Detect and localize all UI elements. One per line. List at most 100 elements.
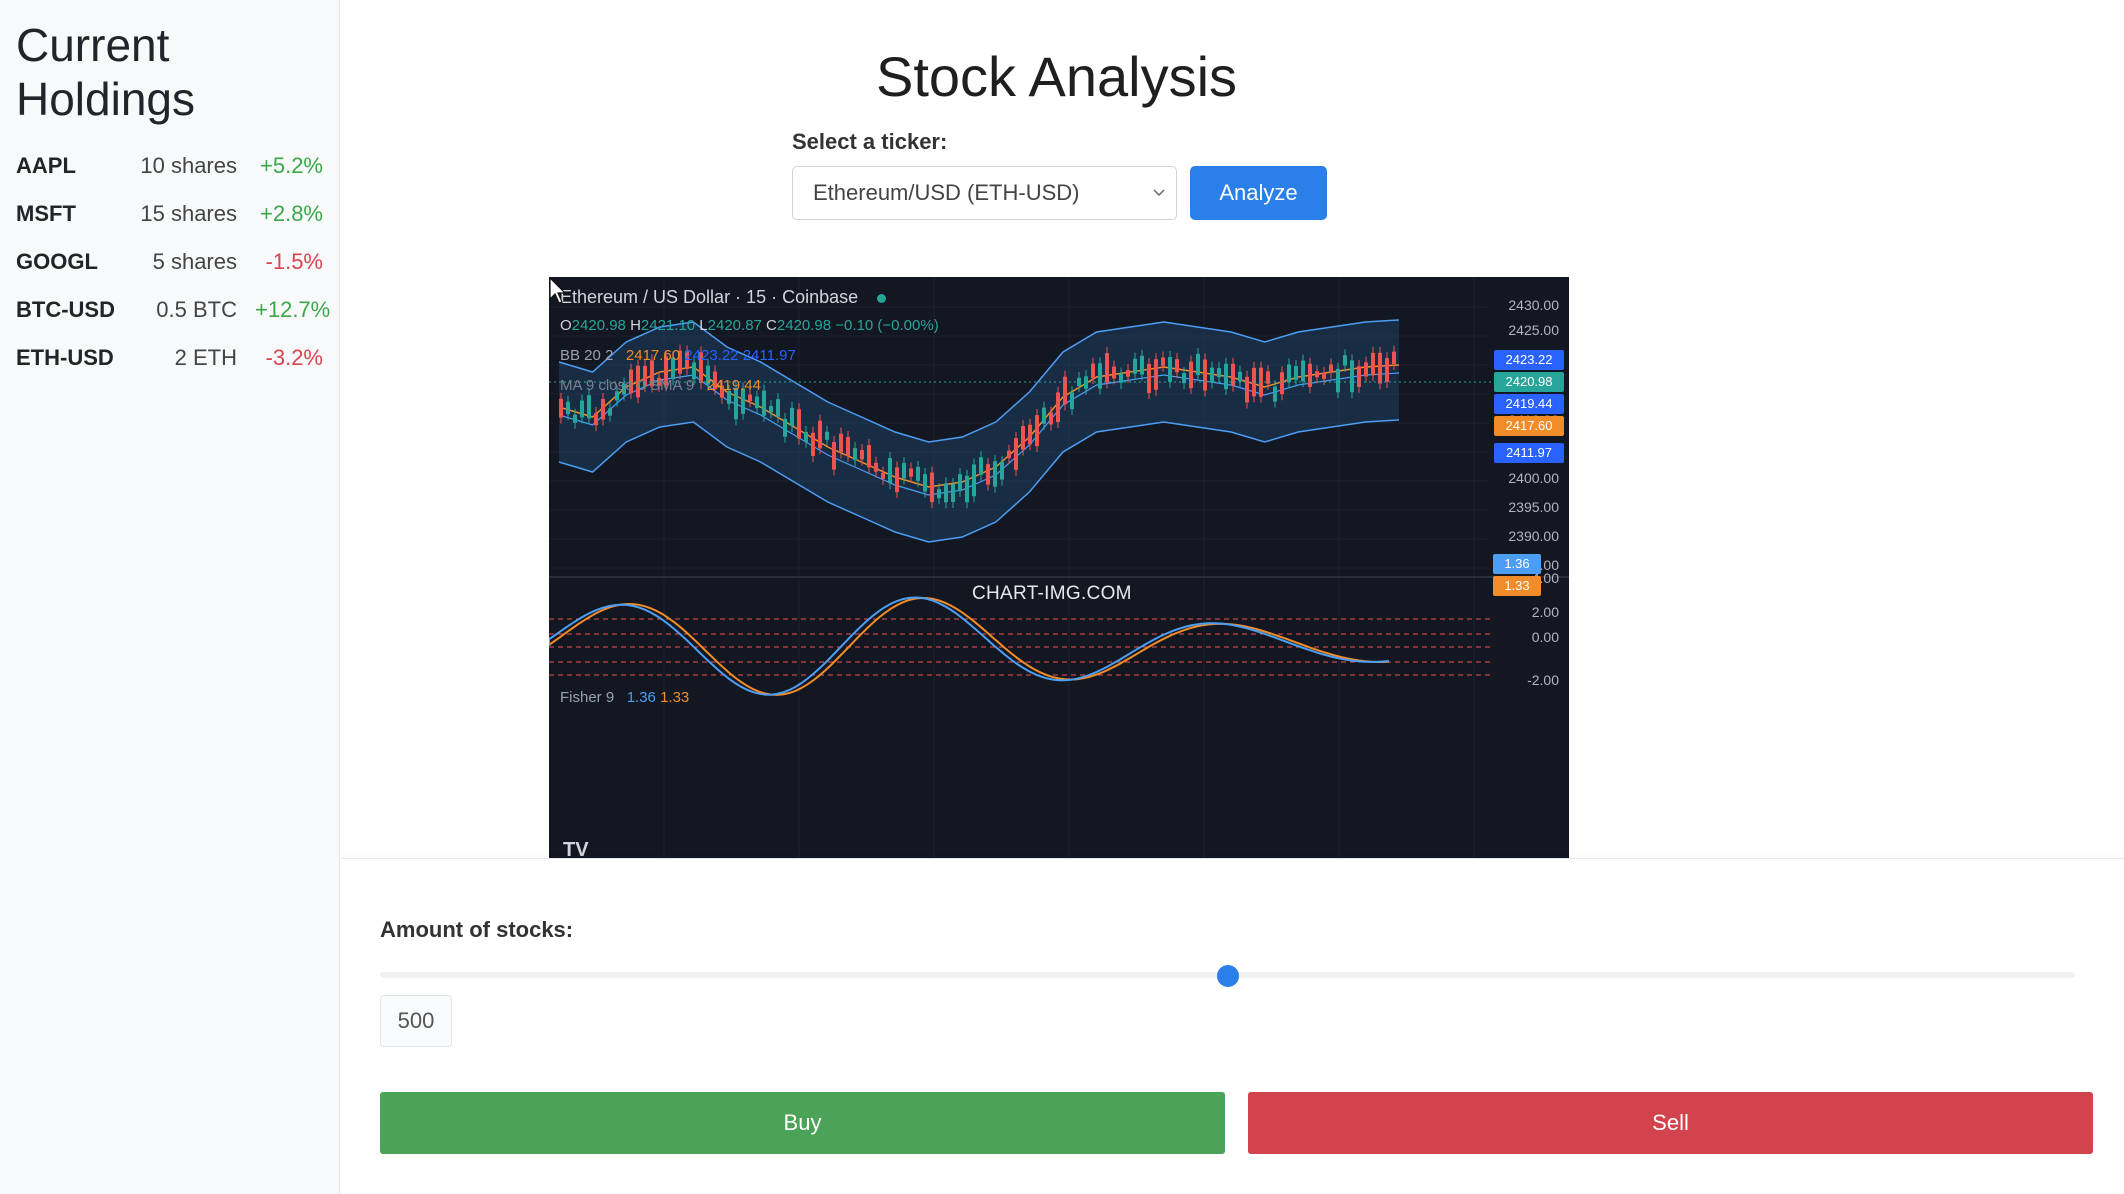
price-axis-label: 2400.00 [1508,470,1559,486]
fisher-axis-label: -2.00 [1527,672,1559,688]
candle [1336,368,1340,393]
fisher-axis-label: 2.00 [1531,604,1559,620]
candle [594,413,598,426]
holdings-title: Current Holdings [16,19,195,125]
holding-quantity: 15 shares [140,201,237,226]
candle [1245,376,1249,403]
candle [1329,364,1333,373]
ticker-select[interactable]: Ethereum/USD (ETH-USD) [792,166,1177,220]
holdings-sidebar: Current Holdings AAPL 10 shares +5.2% MSFT 1… [0,0,340,1194]
analyze-button[interactable]: Analyze [1190,166,1327,220]
candle [1350,360,1354,393]
candle [888,458,892,484]
holding-symbol: GOOGL [16,249,98,274]
candle [573,414,577,423]
sell-button[interactable]: Sell [1248,1092,2093,1154]
chevron-down-icon [1152,185,1166,199]
candle [762,390,766,416]
price-tag: 2423.22 [1494,350,1564,370]
candle [860,449,864,460]
candle [951,484,955,502]
live-dot-icon [877,294,887,303]
candle [1364,362,1368,377]
candle [1126,369,1130,377]
candle [1315,371,1319,378]
candle [1000,462,1004,480]
holding-change: -1.5% [265,249,323,274]
candle [825,431,829,440]
candle [1042,407,1046,424]
holding-quantity: 5 shares [152,249,237,274]
candle [559,398,563,418]
candle [797,409,801,439]
holding-change: +12.7% [255,297,331,322]
holding-change: +2.8% [260,201,323,226]
holding-quantity: 0.5 BTC [156,297,237,322]
price-tag: 2417.60 [1494,416,1564,436]
candle [1343,355,1347,366]
trade-panel: Amount of stocks: 500 Buy Sell [341,858,2124,1194]
candle [769,406,773,413]
candle [944,483,948,503]
candle [1098,363,1102,389]
main-content: Stock Analysis Select a ticker: Ethereum… [341,0,2124,858]
candle [748,394,752,402]
candle [1140,355,1144,375]
candle [916,466,920,481]
candle [1056,392,1060,423]
ticker-selected-value: Ethereum/USD (ETH-USD) [813,180,1080,205]
candle [1168,356,1172,382]
candle [811,432,815,456]
amount-slider-thumb[interactable] [1216,965,1239,987]
holding-change: +5.2% [260,153,323,178]
candle [1378,352,1382,384]
buy-button[interactable]: Buy [380,1092,1225,1154]
candle [979,457,983,475]
holding-symbol: ETH-USD [16,345,114,370]
candle [965,475,969,503]
price-tag: 2420.98 [1494,372,1564,392]
price-axis-label: 2390.00 [1508,528,1559,544]
candle [818,420,822,449]
price-tag: 2411.97 [1494,443,1564,463]
price-tag: 2419.44 [1494,394,1564,414]
candle [1189,361,1193,389]
holding-quantity: 2 ETH [174,345,237,370]
price-axis-label: 2395.00 [1508,499,1559,515]
chart-header: Ethereum / US Dollar · 15 · Coinbase [560,287,887,308]
bb-readout: BB 20 2 2417.60 2423.22 2411.97 [560,347,796,364]
candle [804,431,808,442]
amount-input[interactable]: 500 [380,995,452,1047]
candle [846,437,850,456]
holding-row: BTC-USD 0.5 BTC +12.7% [16,286,331,334]
holding-symbol: MSFT [16,201,76,226]
price-axis-label: 2425.00 [1508,322,1559,338]
candle [608,408,612,416]
candle [1301,360,1305,382]
candle [1112,366,1116,379]
holding-row: AAPL 10 shares +5.2% [16,142,323,190]
candle [601,398,605,420]
candle [1287,364,1291,383]
candle [867,445,871,468]
candle [1357,366,1361,387]
holding-row: MSFT 15 shares +2.8% [16,190,323,238]
candle [958,474,962,491]
amount-label: Amount of stocks: [380,917,574,942]
candle [1147,363,1151,393]
candle [755,396,759,409]
candle [1210,367,1214,383]
candle [566,401,570,415]
candle [1196,353,1200,376]
holding-change: -3.2% [265,345,323,370]
tradingview-logo: TV [563,839,589,858]
fisher-readout: Fisher 9 1.36 1.33 [560,689,690,706]
candle [874,462,878,472]
ohlc-readout: O2420.98 H2421.10 L2420.87 C2420.98 −0.1… [560,317,939,334]
holding-row: GOOGL 5 shares -1.5% [16,238,323,286]
candle [909,468,913,477]
candle [937,489,941,499]
candle [1392,351,1396,365]
holding-quantity: 10 shares [140,153,237,178]
candle [783,418,787,437]
